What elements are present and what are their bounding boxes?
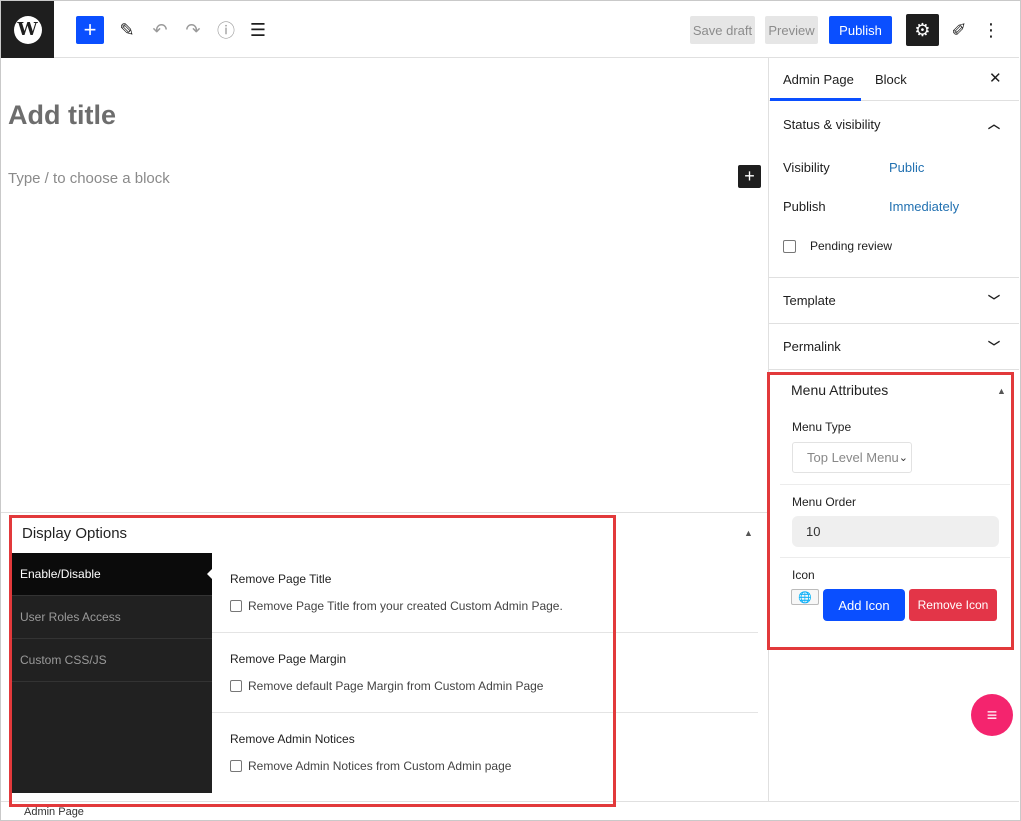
pending-review-row: Pending review <box>783 239 892 253</box>
tab-admin-page[interactable]: Admin Page <box>783 72 854 87</box>
menu-attributes-section: Menu Attributes ▲ Menu Type Top Level Me… <box>769 372 1020 652</box>
tools-pencil-icon[interactable]: ✎ <box>113 16 141 44</box>
menu-type-label: Menu Type <box>792 420 852 434</box>
add-icon-button[interactable]: Add Icon <box>823 589 905 621</box>
remove-icon-button[interactable]: Remove Icon <box>909 589 997 621</box>
sidebar-tabs: Admin Page Block ✕ <box>769 58 1019 101</box>
close-icon[interactable]: ✕ <box>989 69 1002 87</box>
menu-order-label: Menu Order <box>792 495 857 509</box>
wordpress-icon: W <box>13 15 42 44</box>
option-label: Remove Admin Notices from Custom Admin p… <box>248 759 512 773</box>
icon-label: Icon <box>792 568 815 582</box>
remove-admin-notices-checkbox[interactable] <box>230 760 242 772</box>
option-row: Remove Page Title from your created Cust… <box>230 599 758 613</box>
option-title: Remove Page Title <box>230 572 332 586</box>
option-remove-admin-notices: Remove Admin Notices Remove Admin Notice… <box>212 713 758 793</box>
chevron-up-icon[interactable]: ︿ <box>988 115 1000 132</box>
publish-date-link[interactable]: Immediately <box>889 199 959 214</box>
option-label: Remove Page Title from your created Cust… <box>248 599 563 613</box>
option-label: Remove default Page Margin from Custom A… <box>248 679 544 693</box>
editor-footer: Admin Page <box>1 801 1019 820</box>
status-visibility-toggle[interactable]: Status & visibility <box>783 117 881 132</box>
display-options-content: Remove Page Title Remove Page Title from… <box>212 553 758 793</box>
editor-toolbar: W + ✎ ↶ ↷ ⓘ ☰ Save draft Preview Publish… <box>1 1 1019 58</box>
menu-attributes-title: Menu Attributes <box>791 382 889 398</box>
status-visibility-section: Status & visibility ︿ Visibility Public … <box>769 101 1019 278</box>
display-options-panel: Display Options ▲ Enable/Disable User Ro… <box>1 512 768 802</box>
block-appender[interactable]: Type / to choose a block <box>8 170 170 187</box>
visibility-value-link[interactable]: Public <box>889 160 924 175</box>
menu-order-input[interactable]: 10 <box>792 516 999 547</box>
tab-user-roles-access[interactable]: User Roles Access <box>11 596 212 639</box>
info-icon[interactable]: ⓘ <box>212 16 240 44</box>
tab-block[interactable]: Block <box>875 72 907 87</box>
template-toggle[interactable]: Template <box>783 293 836 308</box>
breadcrumb[interactable]: Admin Page <box>24 806 84 818</box>
divider <box>780 557 1010 558</box>
redo-icon[interactable]: ↷ <box>179 16 207 44</box>
option-remove-page-title: Remove Page Title Remove Page Title from… <box>212 553 758 633</box>
option-row: Remove Admin Notices from Custom Admin p… <box>230 759 758 773</box>
remove-page-title-checkbox[interactable] <box>230 600 242 612</box>
permalink-toggle[interactable]: Permalink <box>783 339 841 354</box>
menu-type-value: Top Level Menu <box>807 450 899 465</box>
inline-add-block-icon[interactable]: + <box>738 165 761 188</box>
settings-gear-icon[interactable]: ⚙ <box>906 14 939 46</box>
option-row: Remove default Page Margin from Custom A… <box>230 679 758 693</box>
add-block-button[interactable]: + <box>76 16 104 44</box>
settings-sidebar: Admin Page Block ✕ Status & visibility ︿… <box>768 58 1019 801</box>
permalink-section[interactable]: Permalink ﹀ <box>769 324 1019 370</box>
display-options-title: Display Options <box>22 525 128 542</box>
chevron-down-icon[interactable]: ﹀ <box>988 292 1000 309</box>
post-title-input[interactable]: Add title <box>8 100 116 131</box>
save-draft-button[interactable]: Save draft <box>690 16 755 44</box>
globe-icon: 🌐 <box>791 589 819 605</box>
option-title: Remove Page Margin <box>230 652 347 666</box>
template-section[interactable]: Template ﹀ <box>769 278 1019 324</box>
option-title: Remove Admin Notices <box>230 732 355 746</box>
list-view-icon[interactable]: ☰ <box>244 16 272 44</box>
chevron-down-icon[interactable]: ﹀ <box>988 338 1000 355</box>
divider <box>780 484 1010 485</box>
editor-mode-icon[interactable]: ✐ <box>946 16 972 44</box>
visibility-label: Visibility <box>783 160 830 175</box>
menu-type-select[interactable]: Top Level Menu ⌄ <box>792 442 912 473</box>
pending-review-label: Pending review <box>810 239 893 253</box>
option-remove-page-margin: Remove Page Margin Remove default Page M… <box>212 633 758 713</box>
publish-button[interactable]: Publish <box>829 16 892 44</box>
preview-button[interactable]: Preview <box>765 16 818 44</box>
editor-canvas: Add title Type / to choose a block + <box>1 58 768 512</box>
pending-review-checkbox[interactable] <box>783 239 796 253</box>
publish-label: Publish <box>783 199 826 214</box>
more-options-icon[interactable]: ⋮ <box>979 16 1003 44</box>
tab-custom-css-js[interactable]: Custom CSS/JS <box>11 639 212 682</box>
floating-menu-icon[interactable]: ≡ <box>971 694 1013 736</box>
remove-page-margin-checkbox[interactable] <box>230 680 242 692</box>
wordpress-logo-button[interactable]: W <box>1 1 54 58</box>
collapse-caret-icon[interactable]: ▲ <box>744 528 753 538</box>
chevron-down-icon: ⌄ <box>898 452 908 464</box>
display-options-tabs: Enable/Disable User Roles Access Custom … <box>11 553 212 793</box>
undo-icon[interactable]: ↶ <box>146 16 174 44</box>
tab-enable-disable[interactable]: Enable/Disable <box>11 553 212 596</box>
collapse-caret-icon[interactable]: ▲ <box>997 386 1006 396</box>
